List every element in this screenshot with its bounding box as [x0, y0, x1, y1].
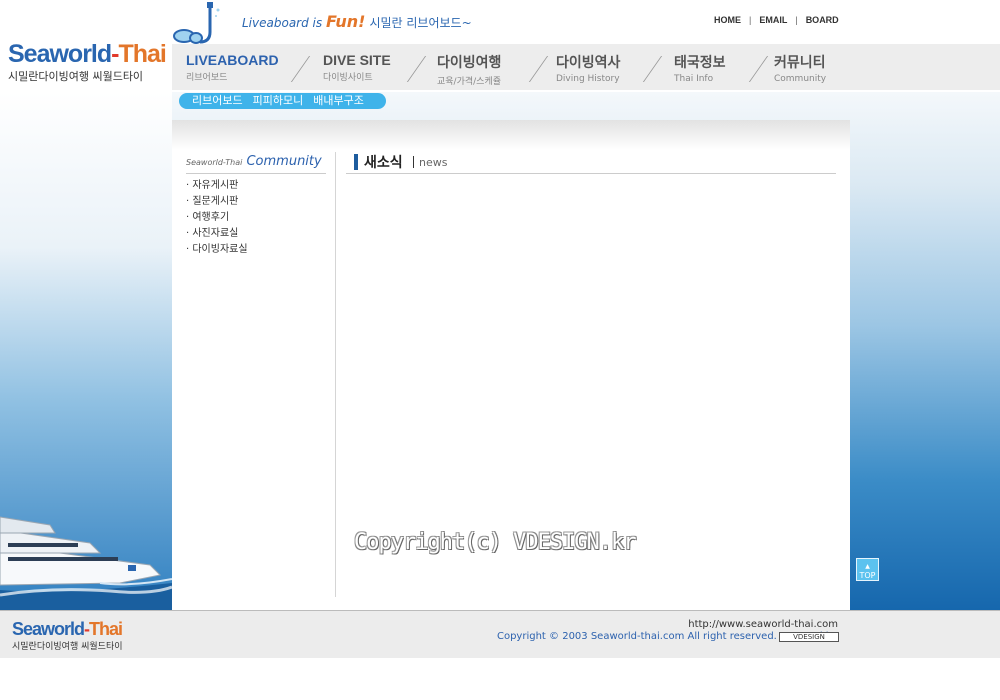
nav-label: DIVE SITE	[323, 52, 391, 68]
page-title: 새소식	[364, 155, 403, 171]
arrow-up-icon: ▲	[865, 563, 870, 570]
column-divider	[335, 152, 336, 597]
nav-sublabel: Diving History	[556, 74, 620, 84]
subnav-phiphi-harmony[interactable]: 피피하모니	[253, 94, 304, 107]
cruise-boat-image	[0, 516, 172, 610]
nav-label: 태국정보	[674, 54, 726, 70]
footer-logo-text: Seaworld-Thai	[12, 619, 123, 639]
footer-logo-subtitle: 시밀란다이빙여행 씨월드타이	[12, 642, 123, 652]
subnav-boat-interior[interactable]: 배내부구조	[313, 94, 364, 107]
footer: Seaworld-Thai 시밀란다이빙여행 씨월드타이 http://www.…	[0, 610, 1000, 658]
scroll-top-button[interactable]: ▲ TOP	[856, 558, 879, 581]
nav-sublabel: 리브어보드	[186, 73, 228, 83]
nav-label: 다이빙역사	[556, 54, 621, 70]
home-link[interactable]: HOME	[714, 15, 741, 25]
snorkel-mask-icon	[173, 2, 220, 44]
subnav-liveaboard[interactable]: 리브어보드	[192, 94, 243, 107]
tagline: Liveaboard is Fun! 시밀란 리브어보드~	[242, 12, 472, 31]
sidebar-item-travel-review[interactable]: 여행후기	[186, 210, 248, 226]
title-separator	[413, 156, 414, 168]
nav-label: LIVEABOARD	[186, 52, 279, 68]
title-marker	[354, 154, 358, 170]
nav-sublabel: Thai Info	[674, 74, 714, 84]
nav-thai-info[interactable]: 태국정보 Thai Info	[674, 52, 726, 84]
sidebar-item-photo-archive[interactable]: 사진자료실	[186, 226, 248, 242]
site-logo[interactable]: Seaworld-Thai 시밀란다이빙여행 씨월드타이	[8, 40, 168, 88]
panel-shade	[172, 120, 850, 150]
vdesign-badge[interactable]: VDESIGN	[779, 632, 839, 642]
sidebar-item-qna-board[interactable]: 질문게시판	[186, 194, 248, 210]
nav-diving-trip[interactable]: 다이빙여행 교육/가격/스케쥴	[437, 52, 501, 87]
nav-sublabel: Community	[774, 74, 827, 84]
nav-sublabel: 다이빙사이트	[323, 73, 373, 83]
sub-nav: 리브어보드 피피하모니 배내부구조	[179, 93, 386, 109]
sidebar-menu: 자유게시판 질문게시판 여행후기 사진자료실 다이빙자료실	[186, 178, 248, 258]
nav-sublabel: 교육/가격/스케쥴	[437, 77, 502, 87]
footer-url[interactable]: http://www.seaworld-thai.com	[688, 619, 838, 630]
sidebar-item-free-board[interactable]: 자유게시판	[186, 178, 248, 194]
nav-liveaboard[interactable]: LIVEABOARD 리브어보드	[186, 52, 279, 83]
logo-text: Seaworld-Thai	[8, 40, 167, 68]
footer-logo: Seaworld-Thai 시밀란다이빙여행 씨월드타이	[12, 619, 123, 652]
header	[0, 0, 1000, 44]
nav-community[interactable]: 커뮤니티 Community	[774, 52, 826, 84]
sidebar-title: Seaworld-Thai Community	[186, 154, 326, 174]
page-subtitle: news	[419, 156, 448, 169]
email-link[interactable]: EMAIL	[759, 15, 787, 25]
nav-label: 커뮤니티	[774, 54, 826, 70]
board-link[interactable]: BOARD	[806, 15, 839, 25]
nav-label: 다이빙여행	[437, 54, 502, 70]
logo-subtitle: 시밀란다이빙여행 씨월드타이	[8, 70, 144, 83]
nav-diving-history[interactable]: 다이빙역사 Diving History	[556, 52, 620, 84]
sidebar-item-diving-archive[interactable]: 다이빙자료실	[186, 242, 247, 258]
content-panel: Seaworld-Thai Community 자유게시판 질문게시판 여행후기…	[172, 120, 850, 610]
news-header: 새소식 news	[346, 152, 836, 174]
top-label: TOP	[859, 571, 876, 580]
copyright-watermark: Copyright(c) VDESIGN.kr	[354, 530, 637, 555]
top-links: HOME | EMAIL | BOARD	[714, 15, 839, 25]
nav-dive-site[interactable]: DIVE SITE 다이빙사이트	[323, 52, 391, 83]
